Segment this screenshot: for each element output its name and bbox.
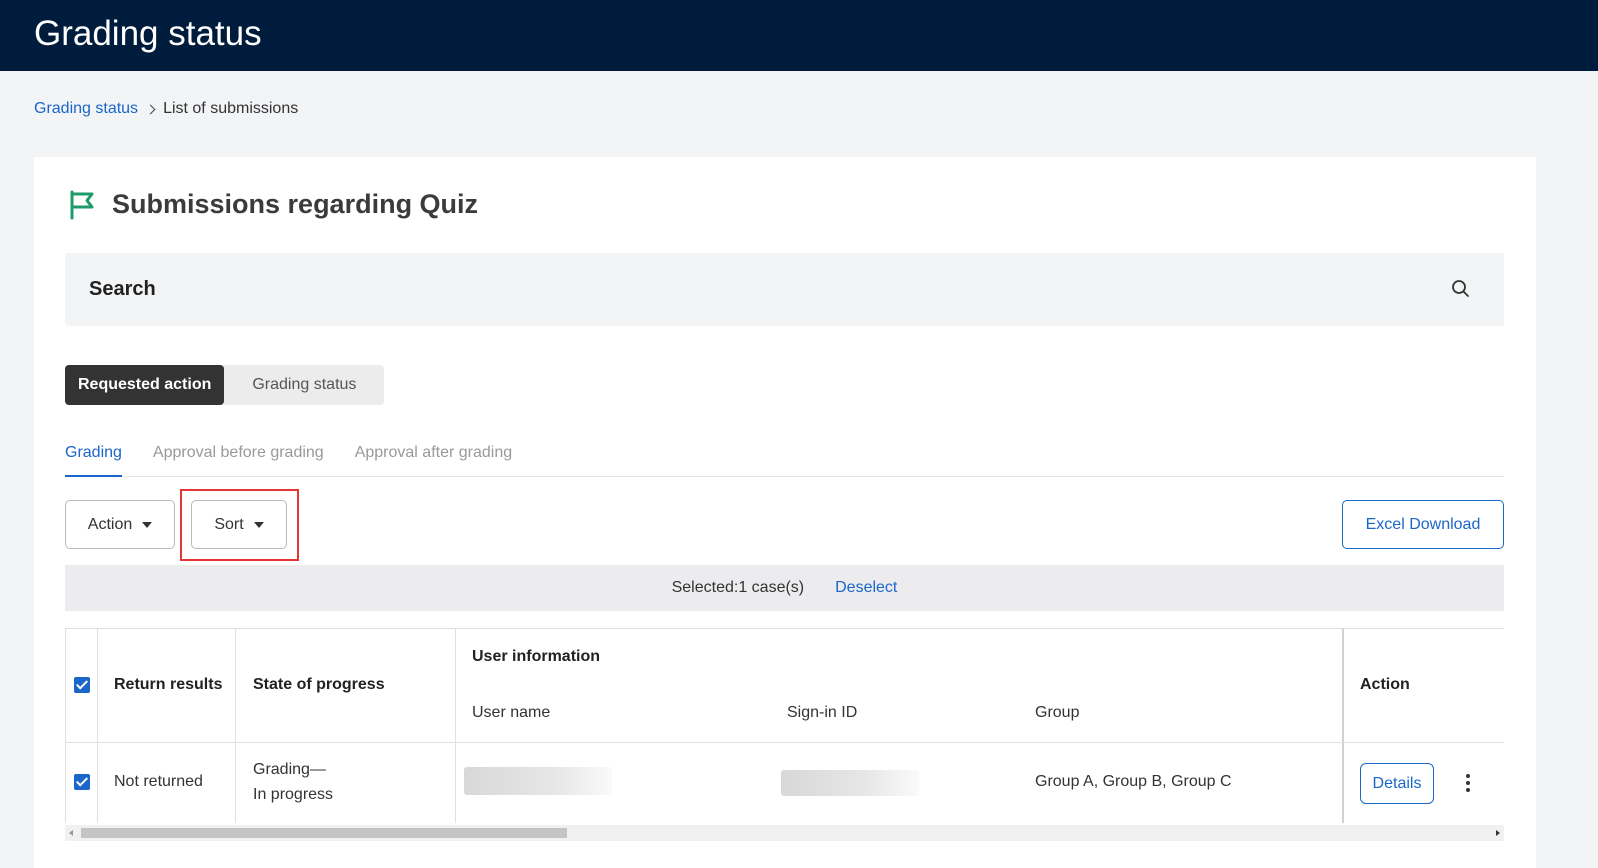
tab-grading[interactable]: Grading [65, 441, 122, 477]
breadcrumb-current: List of submissions [163, 100, 299, 117]
row-state-line1: Grading— [253, 761, 326, 778]
select-all-checkbox[interactable] [74, 677, 90, 693]
sort-button-label: Sort [214, 515, 244, 533]
tab-approval-after-grading[interactable]: Approval after grading [355, 441, 512, 477]
kebab-icon[interactable] [1466, 774, 1470, 792]
selection-bar: Selected:1 case(s) Deselect [65, 565, 1504, 611]
action-button-label: Action [87, 515, 133, 533]
header-user-name: User name [472, 704, 551, 721]
horizontal-scrollbar[interactable] [65, 825, 1504, 841]
table-divider [65, 742, 1504, 743]
submissions-table: Return results State of progress User in… [65, 628, 1504, 841]
details-button[interactable]: Details [1360, 763, 1434, 804]
tab-bar: Grading Approval before grading Approval… [65, 441, 1504, 477]
search-panel[interactable]: Search [65, 253, 1504, 326]
action-dropdown-button[interactable]: Action [65, 500, 175, 549]
table-divider [455, 629, 456, 823]
table-border [65, 629, 66, 823]
scrollbar-thumb[interactable] [81, 828, 567, 838]
table-divider [1342, 629, 1344, 823]
row-checkbox[interactable] [74, 774, 90, 790]
header-return-results: Return results [114, 676, 223, 693]
view-segmented-control: Requested action Grading status [65, 365, 385, 405]
search-icon[interactable] [1451, 279, 1471, 299]
tab-approval-before-grading[interactable]: Approval before grading [153, 441, 324, 477]
breadcrumb-link-grading-status[interactable]: Grading status [34, 100, 138, 118]
main-card: Submissions regarding Quiz Search Reques… [34, 157, 1536, 868]
deselect-link[interactable]: Deselect [835, 579, 897, 597]
header-title: Grading status [34, 14, 262, 53]
search-label: Search [89, 278, 156, 300]
row-state-line2: In progress [253, 786, 334, 803]
chevron-right-icon [145, 104, 156, 114]
page-heading: Submissions regarding Quiz [68, 189, 478, 220]
row-sign-in-id-redacted [781, 770, 919, 796]
scroll-right-icon[interactable] [1496, 830, 1500, 836]
scroll-left-icon[interactable] [69, 830, 73, 836]
table-divider [97, 629, 98, 823]
row-user-name-redacted [464, 767, 612, 795]
header-user-information: User information [472, 648, 601, 665]
segment-requested-action[interactable]: Requested action [65, 365, 225, 405]
top-header: Grading status [0, 0, 1598, 71]
selection-count: Selected:1 case(s) [671, 579, 805, 596]
excel-download-button[interactable]: Excel Download [1342, 500, 1504, 549]
caret-down-icon [253, 521, 264, 528]
segment-grading-status[interactable]: Grading status [224, 365, 384, 405]
breadcrumb: Grading status List of submissions [34, 100, 298, 118]
header-action: Action [1360, 676, 1410, 693]
sort-dropdown-button[interactable]: Sort [191, 500, 287, 549]
caret-down-icon [142, 521, 153, 528]
row-return-results: Not returned [114, 773, 203, 790]
header-group: Group [1035, 704, 1080, 721]
page-title: Submissions regarding Quiz [112, 189, 479, 219]
row-group: Group A, Group B, Group C [1035, 773, 1232, 790]
flag-icon [70, 190, 94, 219]
header-sign-in-id: Sign-in ID [787, 704, 858, 721]
header-state-of-progress: State of progress [253, 676, 385, 693]
table-divider [235, 629, 236, 823]
